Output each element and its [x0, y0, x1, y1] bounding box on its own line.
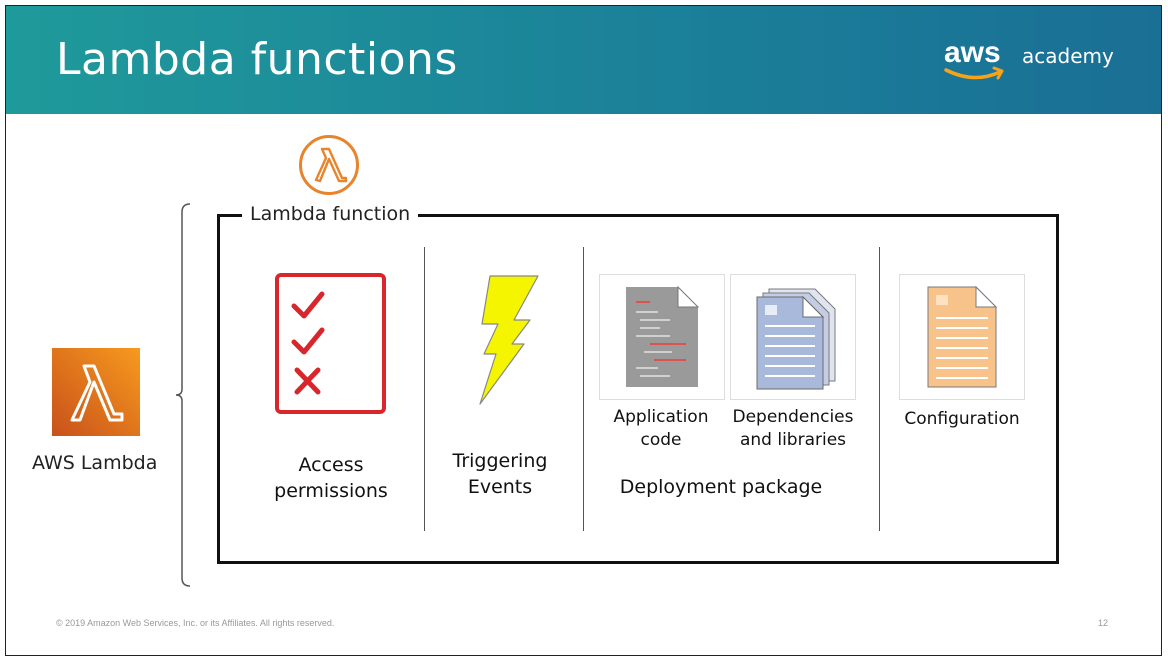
application-code-frame — [599, 274, 725, 400]
copyright-text: © 2019 Amazon Web Services, Inc. or its … — [56, 618, 335, 628]
aws-academy-logo: aws academy — [944, 36, 1124, 96]
dependencies-frame — [730, 274, 856, 400]
lambda-function-label: Lambda function — [242, 203, 419, 225]
header-bar: Lambda functions aws academy — [6, 6, 1161, 114]
grouping-brace — [176, 203, 191, 587]
aws-lambda-service-icon — [52, 348, 140, 436]
dependencies-caption: Dependencies and libraries — [732, 407, 854, 450]
triggering-events-caption: Triggering Events — [452, 450, 548, 498]
code-document-icon — [626, 285, 700, 387]
divider-2 — [583, 247, 584, 531]
slide: Lambda functions aws academy AWS Lambda — [5, 5, 1162, 656]
divider-1 — [424, 247, 425, 531]
configuration-document-icon — [927, 285, 998, 388]
lightning-bolt-icon — [479, 275, 539, 405]
lambda-outline-icon — [299, 135, 359, 195]
checklist-icon — [275, 273, 386, 414]
application-code-caption: Application code — [613, 407, 709, 450]
divider-3 — [879, 247, 880, 531]
deployment-package-caption: Deployment package — [619, 476, 823, 498]
access-permissions-caption: Access permissions — [274, 454, 388, 502]
aws-lambda-label: AWS Lambda — [32, 452, 158, 474]
configuration-frame — [899, 274, 1025, 400]
stacked-documents-icon — [756, 288, 836, 390]
page-number: 12 — [1098, 618, 1109, 628]
configuration-caption: Configuration — [904, 409, 1020, 429]
aws-logo-word: aws — [944, 36, 1001, 69]
page-title: Lambda functions — [56, 34, 458, 85]
aws-smile-icon — [944, 66, 1004, 80]
academy-logo-word: academy — [1022, 44, 1114, 68]
